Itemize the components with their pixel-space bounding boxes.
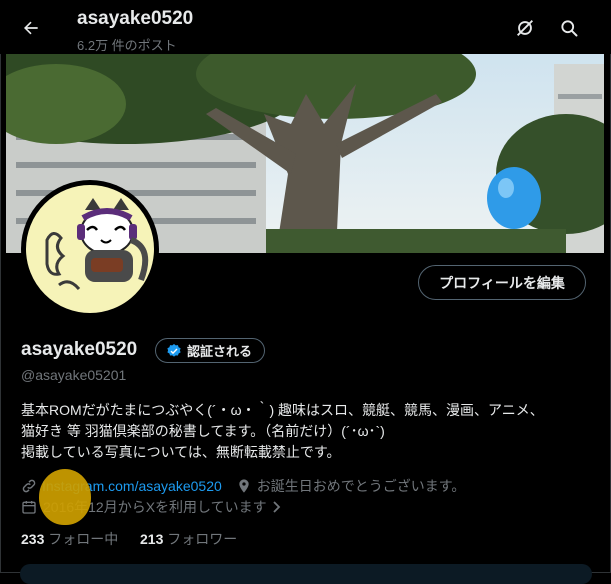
edit-profile-button[interactable]: プロフィールを編集 (418, 265, 586, 300)
location-icon (239, 479, 249, 493)
following-label: フォロー中 (48, 531, 119, 547)
calendar-icon (22, 501, 36, 514)
get-verified-button[interactable]: 認証される (155, 338, 266, 363)
display-name: asayake0520 (21, 339, 138, 360)
followers-link[interactable]: 213 フォロワー (140, 529, 237, 549)
location-text: お誕生日おめでとうございます。 (256, 478, 466, 494)
following-link[interactable]: 233 フォロー中 (21, 529, 118, 549)
search-button[interactable] (552, 11, 586, 45)
bio-line: 掲載している写真については、無断転載禁止です。 (21, 444, 341, 460)
back-arrow-icon (24, 21, 38, 35)
grok-icon (517, 20, 533, 36)
bottom-banner-card[interactable] (20, 564, 592, 584)
page-title: asayake0520 (77, 8, 194, 29)
cursor-highlight (39, 469, 91, 525)
search-icon (561, 20, 578, 37)
profile-header-bar: asayake0520 6.2万 件のポスト (0, 0, 611, 54)
back-button[interactable] (14, 11, 48, 45)
avatar[interactable] (21, 180, 159, 318)
following-count: 233 (21, 531, 45, 547)
verified-label: 認証される (187, 344, 253, 359)
bio-line: 基本ROMだがたまにつぶやく(´・ω・｀) 趣味はスロ、競艇、競馬、漫画、アニメ… (21, 402, 544, 418)
bio: 基本ROMだがたまにつぶやく(´・ω・｀) 趣味はスロ、競艇、競馬、漫画、アニメ… (21, 400, 591, 463)
post-count: 6.2万 件のポスト (77, 38, 177, 53)
user-handle: @asayake05201 (21, 367, 127, 383)
link-icon (22, 479, 36, 493)
followers-label: フォロワー (167, 531, 238, 547)
chevron-right-icon (273, 501, 280, 513)
avatar-image (22, 181, 158, 317)
verified-badge-icon (167, 343, 181, 357)
followers-count: 213 (140, 531, 164, 547)
bio-line: 猫好き 等 羽猫倶楽部の秘書してます。（名前だけ）(´･ω･`) (21, 423, 385, 439)
grok-button[interactable] (508, 11, 542, 45)
